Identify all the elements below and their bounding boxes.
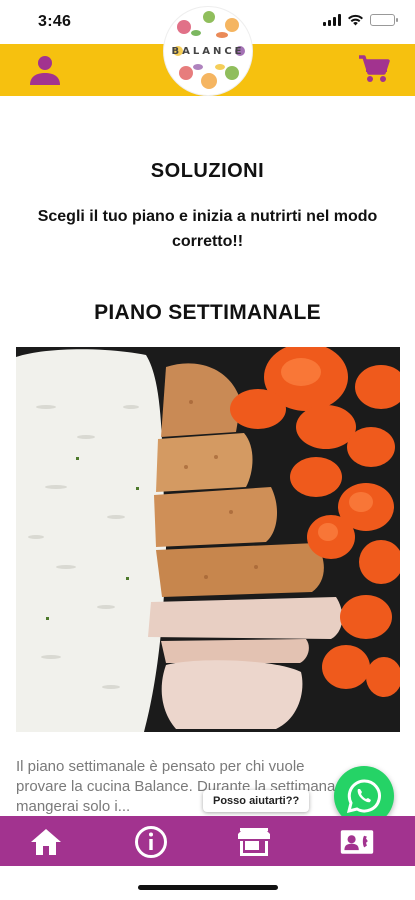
home-icon <box>31 829 61 855</box>
contacts-icon <box>340 830 374 854</box>
help-tooltip[interactable]: Posso aiutarti?? <box>203 790 310 812</box>
logo-text: BALANCE <box>171 46 245 57</box>
info-icon <box>135 826 167 858</box>
status-time: 3:46 <box>38 13 72 30</box>
page-subtitle: Scegli il tuo piano e inizia a nutrirti … <box>37 208 378 250</box>
person-icon[interactable] <box>28 54 62 86</box>
plan-image[interactable] <box>16 347 400 732</box>
bottom-navigation <box>0 816 415 866</box>
nav-home-button[interactable] <box>28 825 64 859</box>
nav-info-button[interactable] <box>133 825 169 859</box>
signal-icon <box>323 14 341 26</box>
plan-title: PIANO SETTIMANALE <box>94 301 321 324</box>
battery-icon <box>370 14 398 26</box>
cart-icon[interactable] <box>357 53 391 85</box>
brand-logo[interactable]: BALANCE <box>163 6 253 96</box>
whatsapp-icon <box>346 779 381 814</box>
page-title: SOLUZIONI <box>150 160 265 182</box>
status-icons <box>323 14 398 26</box>
home-indicator[interactable] <box>138 885 278 890</box>
rice-chicken-carrots-photo <box>16 347 400 732</box>
wifi-icon <box>348 14 363 26</box>
store-icon <box>238 828 270 856</box>
nav-store-button[interactable] <box>236 825 272 859</box>
nav-contacts-button[interactable] <box>339 825 375 859</box>
